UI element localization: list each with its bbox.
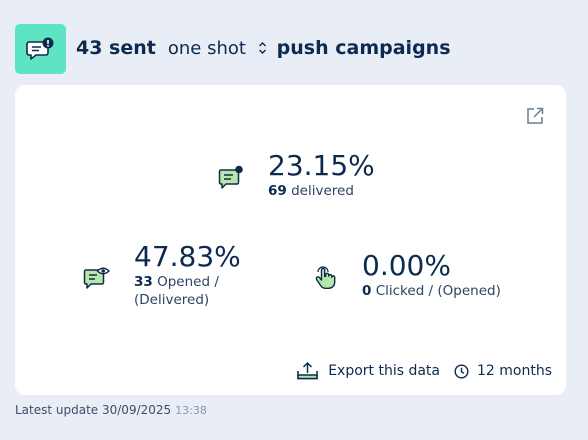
delivered-stat: 23.15% 69 delivered [218, 149, 375, 200]
page-header: 43 sent one shot push campaigns [76, 37, 451, 59]
export-label: Export this data [328, 363, 440, 379]
push-message-icon [25, 37, 53, 60]
latest-update-label: Latest update 30/09/2025 [15, 403, 172, 417]
clicked-count: 0 [362, 282, 372, 299]
card-footer-actions: Export this data 12 months [296, 361, 552, 381]
opened-count: 33 [134, 273, 153, 290]
clicked-stat: 0.00% 0 Clicked / (Opened) [313, 249, 501, 300]
page-title: push campaigns [276, 37, 451, 59]
delivered-count: 69 [268, 182, 287, 199]
upload-tray-icon [297, 361, 318, 380]
external-link-icon[interactable] [525, 106, 545, 126]
campaign-mode-select[interactable]: one shot [168, 38, 267, 59]
opened-detail: 33 Opened / [134, 273, 241, 291]
period-select[interactable]: 12 months [454, 363, 552, 379]
latest-update: Latest update 30/09/2025 13:38 [15, 403, 207, 417]
up-down-chevron-icon [258, 41, 266, 54]
delivered-label: delivered [291, 182, 354, 199]
latest-update-time: 13:38 [175, 404, 207, 417]
tap-hand-icon [315, 266, 336, 289]
clicked-detail: 0 Clicked / (Opened) [362, 282, 501, 300]
header-campaign-icon-tile [15, 24, 66, 74]
stats-card: 23.15% 69 delivered 47.83% 33 Opened / (… [15, 85, 566, 395]
opened-stat: 47.83% 33 Opened / (Delivered) [83, 240, 241, 309]
period-label: 12 months [477, 363, 552, 379]
opened-label-line2: (Delivered) [134, 292, 210, 309]
message-dot-icon [218, 165, 243, 189]
delivered-detail: 69 delivered [268, 182, 375, 200]
opened-label-line1: Opened / [157, 273, 219, 290]
opened-percent: 47.83% [134, 240, 241, 273]
export-data-button[interactable]: Export this data [296, 361, 440, 381]
message-eye-icon [83, 267, 111, 289]
delivered-percent: 23.15% [268, 149, 375, 182]
clicked-label: Clicked / (Opened) [375, 282, 501, 299]
campaign-mode-label: one shot [167, 38, 246, 59]
clock-icon [454, 363, 469, 379]
clicked-percent: 0.00% [362, 249, 451, 282]
sent-count: 43 sent [76, 37, 156, 59]
